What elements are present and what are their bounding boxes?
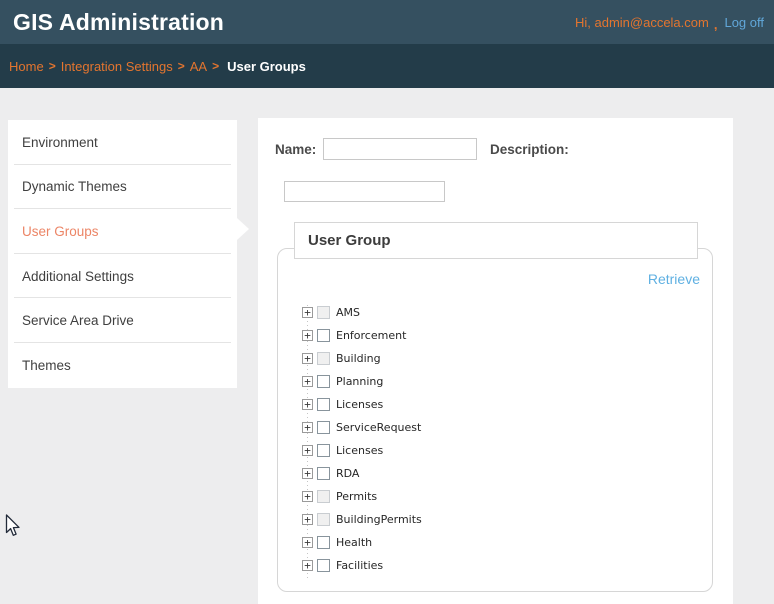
tree-item: + BuildingPermits bbox=[302, 508, 422, 531]
tree-item-label: Health bbox=[336, 536, 372, 549]
tree-item: + Health bbox=[302, 531, 422, 554]
tree-checkbox bbox=[317, 490, 330, 503]
tree-checkbox bbox=[317, 513, 330, 526]
tree-checkbox[interactable] bbox=[317, 421, 330, 434]
sidebar-item-label: Dynamic Themes bbox=[22, 179, 127, 194]
sidebar-item-label: Additional Settings bbox=[22, 269, 134, 284]
tree-checkbox[interactable] bbox=[317, 375, 330, 388]
tree-checkbox[interactable] bbox=[317, 559, 330, 572]
tree-item: + RDA bbox=[302, 462, 422, 485]
description-input[interactable] bbox=[284, 181, 445, 202]
sidebar-item-label: Environment bbox=[22, 135, 98, 150]
tree-checkbox[interactable] bbox=[317, 444, 330, 457]
tree-item: + Facilities bbox=[302, 554, 422, 577]
mouse-cursor-icon bbox=[5, 514, 20, 537]
settings-sidebar: Environment Dynamic Themes User Groups A… bbox=[8, 120, 237, 388]
sidebar-item-service-area-drive[interactable]: Service Area Drive bbox=[8, 298, 237, 343]
tree-item-label: BuildingPermits bbox=[336, 513, 422, 526]
sidebar-item-label: Themes bbox=[22, 358, 71, 373]
tree-item-label: ServiceRequest bbox=[336, 421, 421, 434]
breadcrumb-current: User Groups bbox=[227, 59, 306, 74]
user-group-tree: + AMS + Enforcement + Building + bbox=[302, 301, 422, 577]
tree-item-label: Licenses bbox=[336, 398, 383, 411]
tree-item-label: RDA bbox=[336, 467, 359, 480]
user-group-tab: User Group bbox=[294, 222, 698, 259]
tree-item: + ServiceRequest bbox=[302, 416, 422, 439]
tree-item-label: AMS bbox=[336, 306, 360, 319]
sidebar-item-themes[interactable]: Themes bbox=[8, 343, 237, 388]
retrieve-link[interactable]: Retrieve bbox=[648, 271, 700, 287]
sidebar-item-additional-settings[interactable]: Additional Settings bbox=[8, 254, 237, 299]
sidebar-item-label: User Groups bbox=[22, 224, 99, 239]
expand-icon[interactable]: + bbox=[302, 560, 313, 571]
page-title: GIS Administration bbox=[13, 9, 224, 36]
breadcrumb-link-aa[interactable]: AA bbox=[190, 59, 207, 74]
tree-item-label: Permits bbox=[336, 490, 377, 503]
user-group-panel: Retrieve + AMS + Enforcement + Building bbox=[277, 248, 713, 592]
tree-checkbox[interactable] bbox=[317, 398, 330, 411]
breadcrumb-separator: > bbox=[49, 59, 56, 73]
sidebar-item-user-groups[interactable]: User Groups bbox=[8, 209, 237, 254]
header-separator: , bbox=[714, 17, 718, 32]
expand-icon[interactable]: + bbox=[302, 445, 313, 456]
tree-checkbox bbox=[317, 352, 330, 365]
expand-icon[interactable]: + bbox=[302, 399, 313, 410]
logoff-link[interactable]: Log off bbox=[724, 15, 764, 30]
expand-icon[interactable]: + bbox=[302, 468, 313, 479]
expand-icon[interactable]: + bbox=[302, 307, 313, 318]
user-greeting: Hi, admin@accela.com bbox=[575, 15, 709, 30]
expand-icon[interactable]: + bbox=[302, 422, 313, 433]
expand-icon[interactable]: + bbox=[302, 376, 313, 387]
tree-checkbox[interactable] bbox=[317, 467, 330, 480]
gis-administration-page: GIS Administration Hi, admin@accela.com … bbox=[0, 0, 774, 604]
tree-item: + AMS bbox=[302, 301, 422, 324]
selected-item-pointer bbox=[237, 218, 249, 240]
breadcrumb-separator: > bbox=[212, 59, 219, 73]
tree-item: + Permits bbox=[302, 485, 422, 508]
breadcrumb-separator: > bbox=[178, 59, 185, 73]
app-header: GIS Administration Hi, admin@accela.com … bbox=[0, 0, 774, 44]
tree-item: + Licenses bbox=[302, 393, 422, 416]
tree-item-label: Planning bbox=[336, 375, 383, 388]
tree-item-label: Building bbox=[336, 352, 381, 365]
tree-item-label: Licenses bbox=[336, 444, 383, 457]
tree-item: + Enforcement bbox=[302, 324, 422, 347]
tree-item: + Building bbox=[302, 347, 422, 370]
user-groups-content-panel: Name: Description: User Group Retrieve +… bbox=[258, 118, 733, 604]
expand-icon[interactable]: + bbox=[302, 514, 313, 525]
breadcrumb: Home > Integration Settings > AA > User … bbox=[0, 44, 774, 88]
user-group-tab-title: User Group bbox=[308, 232, 391, 249]
name-input[interactable] bbox=[323, 138, 477, 160]
breadcrumb-link-integration-settings[interactable]: Integration Settings bbox=[61, 59, 173, 74]
sidebar-item-label: Service Area Drive bbox=[22, 313, 134, 328]
tree-item: + Licenses bbox=[302, 439, 422, 462]
tree-checkbox[interactable] bbox=[317, 536, 330, 549]
tree-item: + Planning bbox=[302, 370, 422, 393]
sidebar-item-environment[interactable]: Environment bbox=[8, 120, 237, 165]
sidebar-item-dynamic-themes[interactable]: Dynamic Themes bbox=[8, 165, 237, 210]
tree-item-label: Enforcement bbox=[336, 329, 406, 342]
tree-checkbox bbox=[317, 306, 330, 319]
description-label: Description: bbox=[490, 142, 569, 157]
expand-icon[interactable]: + bbox=[302, 491, 313, 502]
expand-icon[interactable]: + bbox=[302, 353, 313, 364]
expand-icon[interactable]: + bbox=[302, 330, 313, 341]
tree-checkbox[interactable] bbox=[317, 329, 330, 342]
tree-item-label: Facilities bbox=[336, 559, 383, 572]
breadcrumb-link-home[interactable]: Home bbox=[9, 59, 44, 74]
expand-icon[interactable]: + bbox=[302, 537, 313, 548]
header-user-area: Hi, admin@accela.com , Log off bbox=[575, 15, 764, 30]
name-label: Name: bbox=[275, 142, 316, 157]
